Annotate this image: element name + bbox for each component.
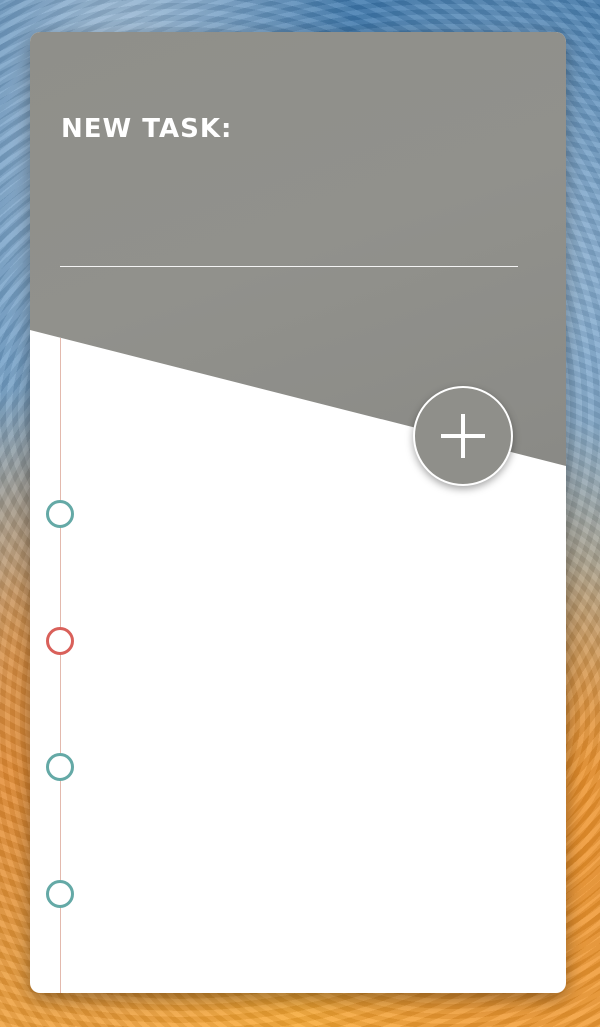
task-item[interactable] <box>46 753 526 783</box>
task-status-circle[interactable] <box>46 627 74 655</box>
task-item[interactable] <box>46 627 526 657</box>
new-task-input[interactable] <box>60 212 518 267</box>
task-status-circle[interactable] <box>46 880 74 908</box>
todo-card: NEW TASK: <box>30 32 566 993</box>
plus-icon <box>441 414 485 458</box>
task-status-circle[interactable] <box>46 500 74 528</box>
new-task-label: NEW TASK: <box>61 114 233 144</box>
add-task-button[interactable] <box>413 386 513 486</box>
task-item[interactable] <box>46 880 526 910</box>
task-status-circle[interactable] <box>46 753 74 781</box>
task-item[interactable] <box>46 500 526 530</box>
